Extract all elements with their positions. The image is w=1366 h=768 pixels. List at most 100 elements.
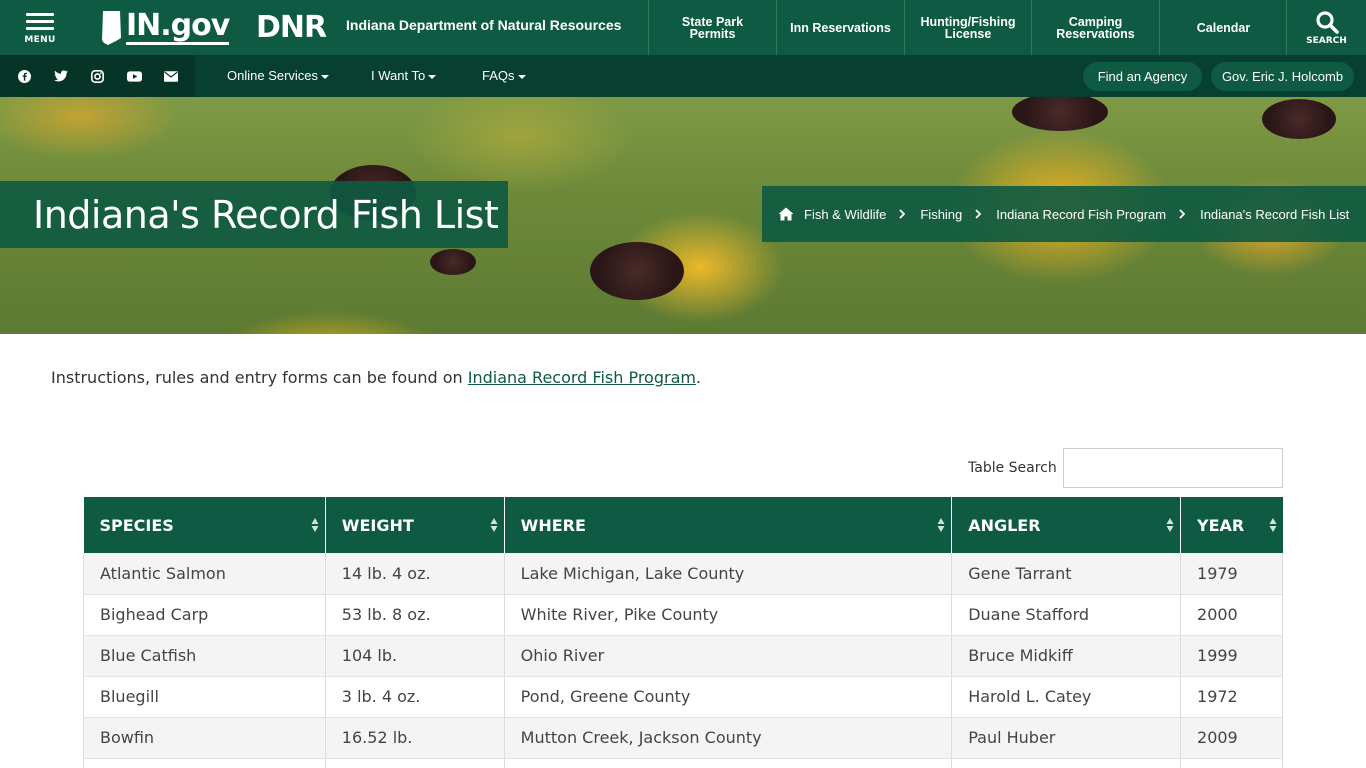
table-row: Bluegill 3 lb. 4 oz. Pond, Greene County… bbox=[83, 676, 1283, 718]
record-fish-program-link[interactable]: Indiana Record Fish Program bbox=[468, 368, 696, 387]
flower-image-detail bbox=[430, 249, 476, 275]
column-header-where[interactable]: WHERE bbox=[504, 497, 953, 553]
search-button[interactable]: SEARCH bbox=[1286, 0, 1366, 55]
hamburger-icon bbox=[26, 12, 54, 16]
chevron-right-icon bbox=[899, 208, 907, 220]
cell-angler: Paul Huber bbox=[951, 717, 1182, 759]
ingov-logo[interactable]: IN.gov bbox=[100, 8, 230, 48]
twitter-icon[interactable] bbox=[53, 68, 69, 84]
chevron-right-icon bbox=[1179, 208, 1187, 220]
intro-text: Instructions, rules and entry forms can … bbox=[51, 368, 701, 387]
cell-where: Lake Michigan, Lake County bbox=[504, 553, 953, 595]
column-header-year[interactable]: YEAR bbox=[1180, 497, 1283, 553]
breadcrumb-record-fish-program[interactable]: Indiana Record Fish Program bbox=[996, 207, 1166, 222]
hamburger-icon-line bbox=[26, 26, 54, 30]
cell-species: Bluegill bbox=[83, 676, 326, 718]
cell-where: Ohio River bbox=[504, 635, 953, 677]
agency-title[interactable]: Indiana Department of Natural Resources bbox=[346, 17, 621, 33]
i-want-to-menu[interactable]: I Want To bbox=[371, 68, 437, 83]
cell-angler bbox=[951, 758, 1182, 768]
cell-angler: Bruce Midkiff bbox=[951, 635, 1182, 677]
column-header-angler[interactable]: ANGLER bbox=[951, 497, 1182, 553]
hero-banner: Indiana's Record Fish List Fish & Wildli… bbox=[0, 97, 1366, 334]
menu-label: MENU bbox=[24, 34, 56, 45]
top-nav: State Park Permits Inn Reservations Hunti… bbox=[648, 0, 1287, 55]
indiana-state-icon bbox=[102, 11, 121, 45]
table-search-input[interactable] bbox=[1063, 448, 1283, 488]
faqs-menu[interactable]: FAQs bbox=[482, 68, 526, 83]
top-header-bar: MENU IN.gov DNR Indiana Department of Na… bbox=[0, 0, 1366, 55]
cell-where bbox=[504, 758, 953, 768]
online-services-menu[interactable]: Online Services bbox=[227, 68, 330, 83]
online-services-label: Online Services bbox=[227, 68, 319, 83]
nav-label: Hunting/Fishing License bbox=[920, 15, 1015, 41]
intro-text-end: . bbox=[695, 368, 702, 387]
cell-species: Blue Catfish bbox=[83, 635, 326, 677]
cell-year bbox=[1180, 758, 1283, 768]
nav-hunting-fishing-license[interactable]: Hunting/Fishing License bbox=[904, 0, 1031, 55]
dnr-logo[interactable]: DNR bbox=[256, 13, 327, 43]
cell-year: 1979 bbox=[1180, 553, 1283, 595]
column-label: ANGLER bbox=[968, 515, 1041, 535]
column-header-weight[interactable]: WEIGHT bbox=[325, 497, 505, 553]
table-row: Atlantic Salmon 14 lb. 4 oz. Lake Michig… bbox=[83, 553, 1283, 595]
governor-button[interactable]: Gov. Eric J. Holcomb bbox=[1211, 62, 1354, 91]
cell-angler: Duane Stafford bbox=[951, 594, 1182, 636]
nav-camping-reservations[interactable]: Camping Reservations bbox=[1031, 0, 1159, 55]
nav-label-line2: License bbox=[944, 26, 992, 41]
instagram-icon[interactable] bbox=[89, 68, 105, 84]
sort-icon bbox=[1166, 518, 1174, 532]
cell-weight: 14 lb. 4 oz. bbox=[325, 553, 505, 595]
home-icon[interactable] bbox=[778, 207, 794, 221]
cell-weight: 53 lb. 8 oz. bbox=[325, 594, 505, 636]
cell-species: Atlantic Salmon bbox=[83, 553, 326, 595]
facebook-icon[interactable] bbox=[16, 68, 32, 84]
chevron-down-icon bbox=[428, 74, 437, 79]
find-an-agency-button[interactable]: Find an Agency bbox=[1083, 62, 1202, 91]
column-label: SPECIES bbox=[99, 515, 174, 535]
search-label: SEARCH bbox=[1306, 35, 1347, 46]
hamburger-icon-line bbox=[26, 19, 54, 23]
menu-button[interactable]: MENU bbox=[0, 0, 80, 55]
table-search-label: Table Search bbox=[968, 460, 1057, 476]
email-icon[interactable] bbox=[163, 68, 179, 84]
flower-image-detail bbox=[1012, 97, 1108, 131]
social-links bbox=[0, 55, 195, 97]
page-title: Indiana's Record Fish List bbox=[33, 192, 499, 237]
cell-year: 2000 bbox=[1180, 594, 1283, 636]
table-row: Blue Catfish 104 lb. Ohio River Bruce Mi… bbox=[83, 635, 1283, 677]
nav-state-park-permits[interactable]: State Park Permits bbox=[648, 0, 776, 55]
chevron-down-icon bbox=[517, 74, 526, 79]
ingov-logo-text: IN.gov bbox=[126, 8, 230, 45]
faqs-label: FAQs bbox=[482, 68, 515, 83]
secondary-nav-bar: Online Services I Want To FAQs Find an A… bbox=[0, 55, 1366, 97]
sort-icon bbox=[1269, 518, 1276, 532]
cell-weight bbox=[325, 758, 505, 768]
breadcrumb-fish-wildlife[interactable]: Fish & Wildlife bbox=[804, 207, 886, 222]
search-icon bbox=[1315, 10, 1339, 34]
nav-label: State Park Permits bbox=[682, 15, 743, 40]
nav-label: Inn Reservations bbox=[790, 20, 891, 35]
table-header-row: SPECIES WEIGHT WHERE ANGLER YEAR bbox=[83, 497, 1283, 553]
nav-calendar[interactable]: Calendar bbox=[1159, 0, 1287, 55]
youtube-icon[interactable] bbox=[126, 68, 142, 84]
flower-image-detail bbox=[1262, 99, 1336, 139]
nav-inn-reservations[interactable]: Inn Reservations bbox=[776, 0, 904, 55]
record-fish-table: SPECIES WEIGHT WHERE ANGLER YEAR Atlanti… bbox=[83, 497, 1283, 768]
breadcrumb-current: Indiana's Record Fish List bbox=[1200, 206, 1350, 222]
nav-label-line2: Reservations bbox=[1056, 26, 1135, 41]
cell-angler: Harold L. Catey bbox=[951, 676, 1182, 718]
cell-angler: Gene Tarrant bbox=[951, 553, 1182, 595]
sort-icon bbox=[937, 518, 945, 532]
cell-species: Bowfin bbox=[83, 717, 326, 759]
breadcrumb-fishing[interactable]: Fishing bbox=[920, 207, 962, 222]
cell-where: Pond, Greene County bbox=[504, 676, 953, 718]
nav-label: Calendar bbox=[1196, 20, 1251, 35]
table-row bbox=[83, 758, 1283, 768]
cell-weight: 16.52 lb. bbox=[325, 717, 505, 759]
cell-year: 2009 bbox=[1180, 717, 1283, 759]
column-label: WHERE bbox=[520, 515, 586, 535]
column-header-species[interactable]: SPECIES bbox=[83, 497, 326, 553]
nav-label: Camping Reservations bbox=[1056, 15, 1135, 41]
cell-species bbox=[83, 758, 326, 768]
